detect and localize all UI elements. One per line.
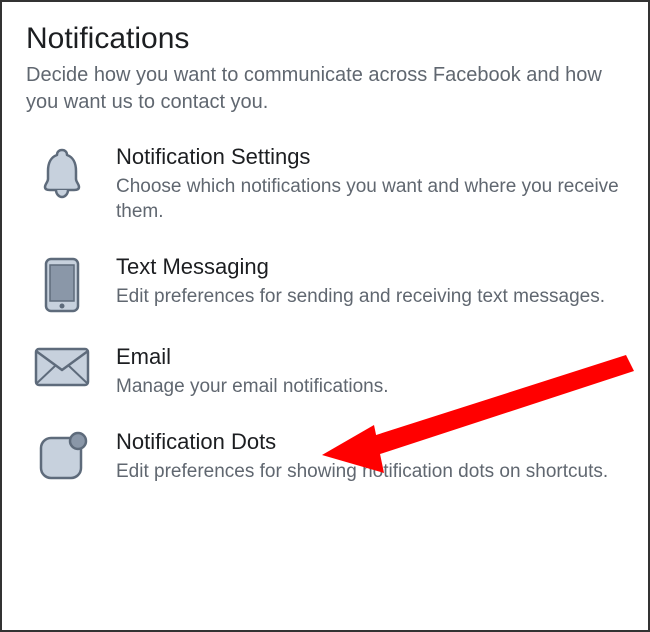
row-title: Notification Settings xyxy=(116,144,624,170)
phone-icon xyxy=(26,254,98,314)
row-text-messaging[interactable]: Text Messaging Edit preferences for send… xyxy=(26,254,624,314)
app-dot-icon xyxy=(26,429,98,483)
row-desc: Edit preferences for showing notificatio… xyxy=(116,459,624,484)
row-title: Email xyxy=(116,344,624,370)
envelope-icon xyxy=(26,344,98,388)
row-title: Text Messaging xyxy=(116,254,624,280)
row-desc: Edit preferences for sending and receivi… xyxy=(116,284,624,309)
page-subtitle: Decide how you want to communicate acros… xyxy=(26,62,624,116)
row-title: Notification Dots xyxy=(116,429,624,455)
row-email[interactable]: Email Manage your email notifications. xyxy=(26,344,624,399)
row-desc: Manage your email notifications. xyxy=(116,374,624,399)
bell-icon xyxy=(26,144,98,200)
page-title: Notifications xyxy=(26,22,624,56)
row-desc: Choose which notifications you want and … xyxy=(116,174,624,224)
row-notification-settings[interactable]: Notification Settings Choose which notif… xyxy=(26,144,624,224)
row-notification-dots[interactable]: Notification Dots Edit preferences for s… xyxy=(26,429,624,484)
